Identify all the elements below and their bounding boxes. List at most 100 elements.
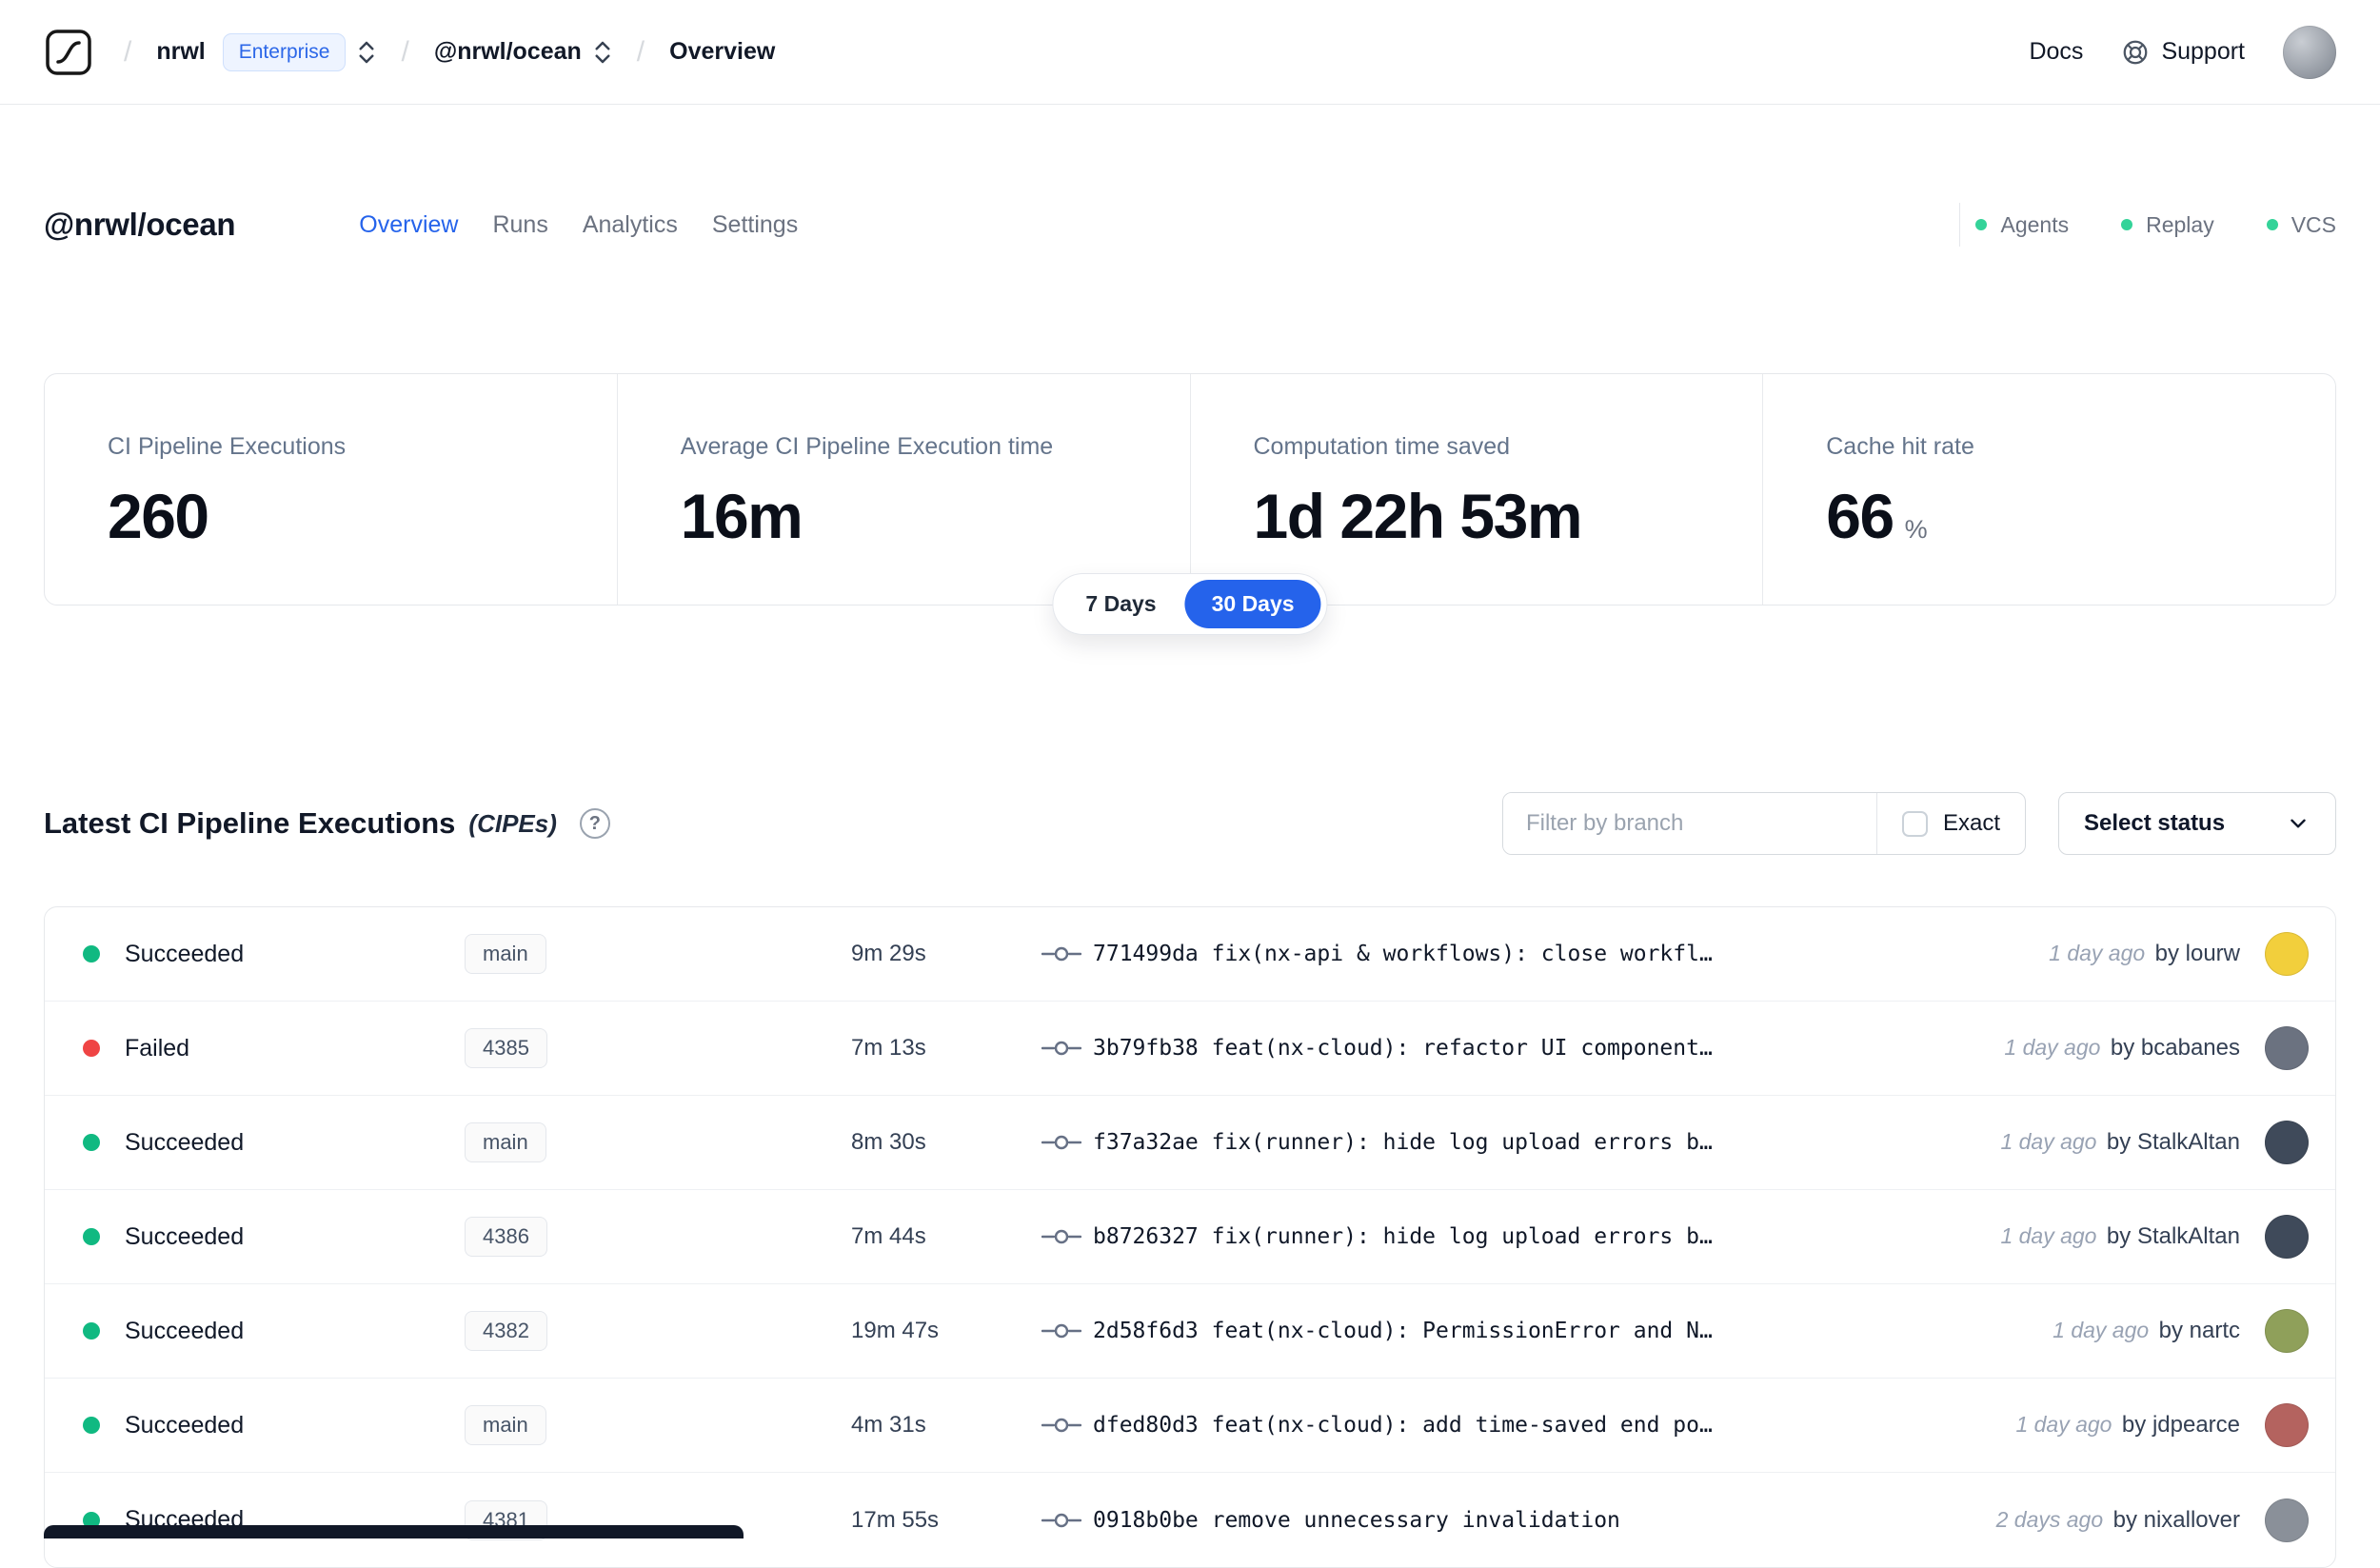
time-ago: 2 days ago — [1995, 1506, 2104, 1532]
app-logo-icon[interactable] — [44, 28, 93, 77]
git-commit-icon — [1041, 1511, 1081, 1530]
branch-filter-input[interactable] — [1502, 793, 1876, 854]
status-dot-icon — [83, 1322, 100, 1340]
avatar — [2265, 1121, 2309, 1164]
stat-value: 16m — [680, 481, 803, 551]
git-commit-icon — [1041, 1416, 1081, 1435]
breadcrumb-org[interactable]: nrwl — [156, 38, 205, 66]
help-icon[interactable]: ? — [579, 808, 610, 839]
git-commit-icon — [1041, 1039, 1081, 1058]
exact-checkbox[interactable] — [1901, 810, 1928, 837]
cipes-title: Latest CI Pipeline Executions — [44, 806, 456, 840]
user-avatar[interactable] — [2283, 25, 2336, 79]
status-dot-icon — [83, 945, 100, 963]
stat-computation-time-saved: Computation time saved 1d 22h 53m — [1189, 374, 1763, 605]
status-link-agents[interactable]: Agents — [1975, 212, 2069, 238]
duration: 19m 47s — [851, 1318, 940, 1343]
range-option-7-days[interactable]: 7 Days — [1059, 580, 1182, 628]
table-row[interactable]: Succeeded main 4m 31s dfed80d3 feat(nx-c… — [45, 1379, 2335, 1473]
tab-analytics[interactable]: Analytics — [583, 211, 678, 239]
status-link-vcs[interactable]: VCS — [2266, 212, 2336, 238]
workspace-header: @nrwl/ocean Overview Runs Analytics Sett… — [0, 200, 2380, 249]
breadcrumb-workspace[interactable]: @nrwl/ocean — [434, 38, 582, 66]
status-dot-icon — [83, 1134, 100, 1151]
time-ago: 1 day ago — [2004, 1035, 2101, 1060]
table-row[interactable]: Succeeded main 9m 29s 771499da fix(nx-ap… — [45, 907, 2335, 1002]
commit-message: b8726327 fix(runner): hide log upload er… — [1093, 1224, 1713, 1249]
time-ago: 1 day ago — [2049, 941, 2146, 965]
stat-label: Cache hit rate — [1826, 433, 1974, 460]
status-label: Succeeded — [125, 1411, 245, 1439]
docs-link[interactable]: Docs — [2029, 38, 2083, 66]
branch-cell: 4385 — [465, 1028, 807, 1068]
status-links: Agents Replay VCS — [1975, 212, 2336, 238]
branch-cell: 4386 — [465, 1217, 807, 1257]
breadcrumb-page: Overview — [669, 38, 776, 65]
top-navbar: / nrwl Enterprise / @nrwl/ocean / Overvi… — [0, 0, 2380, 105]
status-label: Succeeded — [125, 1128, 245, 1156]
breadcrumb: / nrwl Enterprise / @nrwl/ocean / Overvi… — [44, 28, 775, 77]
avatar — [2265, 1215, 2309, 1259]
time-ago: 1 day ago — [2000, 1223, 2097, 1248]
table-row[interactable]: Succeeded 4382 19m 47s 2d58f6d3 feat(nx-… — [45, 1284, 2335, 1379]
author: by nixallover — [2112, 1506, 2240, 1533]
branch-cell: main — [465, 1405, 807, 1445]
git-commit-icon — [1041, 944, 1081, 963]
avatar — [2265, 1309, 2309, 1353]
range-option-30-days[interactable]: 30 Days — [1184, 580, 1321, 628]
row-meta: 2 days ago by nixallover — [1996, 1507, 2240, 1534]
tab-runs[interactable]: Runs — [492, 211, 547, 239]
avatar — [2265, 932, 2309, 976]
stat-value: 66 — [1826, 481, 1894, 551]
workspace-switcher-chevron-icon[interactable] — [593, 38, 612, 67]
duration: 17m 55s — [851, 1506, 940, 1533]
row-meta: 1 day ago by nartc — [2053, 1318, 2240, 1344]
row-meta: 1 day ago by StalkAltan — [2000, 1129, 2240, 1156]
row-meta: 1 day ago by bcabanes — [2004, 1035, 2240, 1062]
status-label: Failed — [125, 1034, 190, 1062]
support-label: Support — [2161, 38, 2245, 65]
branch-badge: 4385 — [465, 1028, 547, 1068]
status-dot-icon — [83, 1417, 100, 1434]
tab-overview[interactable]: Overview — [359, 211, 458, 239]
select-status-button[interactable]: Select status — [2058, 792, 2336, 855]
table-row[interactable]: Succeeded main 8m 30s f37a32ae fix(runne… — [45, 1096, 2335, 1190]
time-ago: 1 day ago — [2015, 1412, 2112, 1437]
header-status-area: Agents Replay VCS — [1959, 203, 2336, 247]
time-ago: 1 day ago — [2053, 1318, 2150, 1342]
green-dot-icon — [2121, 219, 2133, 230]
green-dot-icon — [1975, 219, 1988, 230]
branch-badge: main — [465, 934, 546, 974]
status-link-replay[interactable]: Replay — [2121, 212, 2214, 238]
duration: 4m 31s — [851, 1412, 926, 1438]
exact-toggle[interactable]: Exact — [1875, 793, 2025, 854]
avatar — [2265, 1026, 2309, 1070]
page-title: @nrwl/ocean — [44, 207, 236, 242]
exact-label: Exact — [1942, 810, 2000, 836]
table-row[interactable]: Succeeded 4381 17m 55s 0918b0be remove u… — [45, 1473, 2335, 1567]
branch-badge: main — [465, 1122, 546, 1162]
author: by StalkAltan — [2106, 1129, 2240, 1155]
branch-cell: main — [465, 1122, 807, 1162]
commit-message: f37a32ae fix(runner): hide log upload er… — [1093, 1130, 1713, 1155]
workspace-tabs: Overview Runs Analytics Settings — [359, 211, 798, 239]
status-link-label: Agents — [2000, 211, 2070, 237]
duration: 7m 13s — [851, 1035, 926, 1061]
author: by nartc — [2158, 1318, 2240, 1343]
status-label: Succeeded — [125, 1222, 245, 1250]
green-dot-icon — [2266, 219, 2278, 230]
stat-average-execution-time: Average CI Pipeline Execution time 16m — [616, 374, 1190, 605]
table-row[interactable]: Succeeded 4386 7m 44s b8726327 fix(runne… — [45, 1190, 2335, 1284]
org-switcher-chevron-icon[interactable] — [357, 38, 376, 67]
author: by lourw — [2154, 941, 2240, 966]
table-row[interactable]: Failed 4385 7m 13s 3b79fb38 feat(nx-clou… — [45, 1002, 2335, 1096]
date-range-toggle: 7 Days 30 Days — [1052, 573, 1328, 635]
commit-message: 0918b0be remove unnecessary invalidation — [1093, 1507, 1620, 1533]
author: by bcabanes — [2110, 1035, 2240, 1061]
cipes-subtitle: (CIPEs) — [468, 808, 557, 838]
status-dot-icon — [83, 1228, 100, 1245]
support-link[interactable]: Support — [2121, 38, 2245, 67]
tab-settings[interactable]: Settings — [712, 211, 798, 239]
author: by jdpearce — [2121, 1412, 2240, 1438]
stat-value: 260 — [108, 481, 209, 551]
